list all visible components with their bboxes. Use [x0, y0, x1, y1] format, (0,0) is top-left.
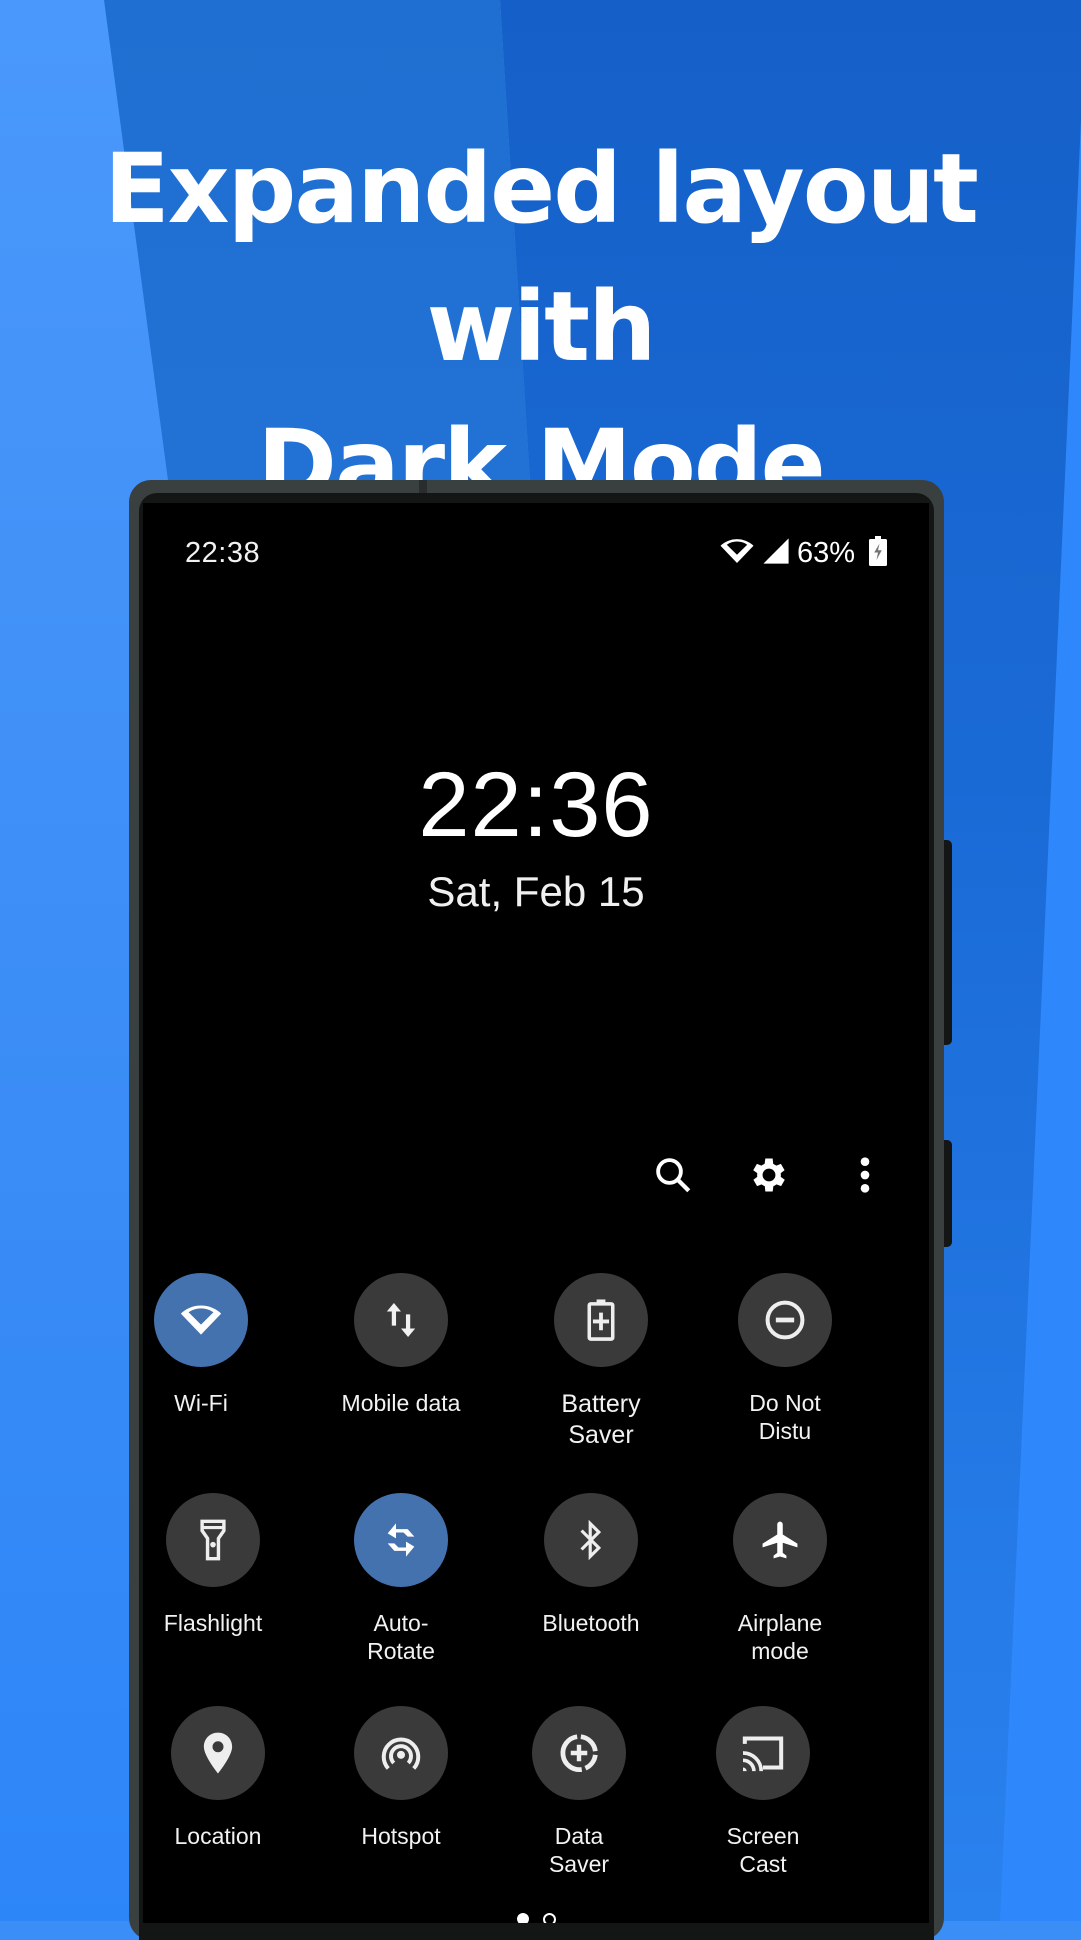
- tile-location[interactable]: Location: [143, 1706, 313, 1850]
- battery-percent: 63%: [796, 536, 855, 569]
- tile-toggle-button[interactable]: [544, 1493, 638, 1587]
- lock-clock-time: 22:36: [418, 754, 654, 856]
- tile-airplane-mode[interactable]: Airplane mode: [685, 1493, 875, 1665]
- phone-screen: 22:38 63% 22:36 Sat, Feb 15 Wi-Fi Mobile…: [143, 503, 929, 1923]
- wifi-icon: [179, 1303, 223, 1337]
- airplane-icon: [758, 1518, 802, 1562]
- bluetooth-icon: [576, 1518, 606, 1562]
- tile-label: Battery Saver: [561, 1390, 641, 1449]
- tile-toggle-button[interactable]: [716, 1706, 810, 1800]
- page-indicator: [143, 1913, 929, 1923]
- tile-data-saver[interactable]: Data Saver: [484, 1706, 674, 1878]
- tile-bluetooth[interactable]: Bluetooth: [496, 1493, 686, 1637]
- settings-button[interactable]: [745, 1153, 793, 1201]
- mobile-data-icon: [384, 1300, 418, 1340]
- tile-label: Do Not Distu: [749, 1390, 821, 1444]
- location-icon: [202, 1731, 234, 1775]
- tile-toggle-button[interactable]: [171, 1706, 265, 1800]
- tile-flashlight[interactable]: Flashlight: [143, 1493, 308, 1637]
- tile-label: Bluetooth: [542, 1610, 640, 1636]
- hotspot-icon: [379, 1733, 423, 1773]
- tile-label: Data Saver: [548, 1823, 610, 1877]
- tile-toggle-button[interactable]: [738, 1273, 832, 1367]
- tile-toggle-button[interactable]: [554, 1273, 648, 1367]
- tile-label: Flashlight: [163, 1610, 263, 1636]
- tile-toggle-button[interactable]: [354, 1273, 448, 1367]
- status-bar: 22:38 63%: [185, 533, 887, 573]
- power-button: [944, 840, 952, 1045]
- tile-screen-cast[interactable]: Screen Cast: [668, 1706, 858, 1878]
- tile-toggle-button[interactable]: [532, 1706, 626, 1800]
- page-dot[interactable]: [542, 1913, 556, 1923]
- auto-rotate-icon: [381, 1518, 421, 1562]
- data-saver-icon: [557, 1731, 601, 1775]
- tile-wi-fi[interactable]: Wi-Fi: [143, 1273, 296, 1417]
- search-button[interactable]: [649, 1153, 697, 1201]
- search-icon: [652, 1154, 694, 1201]
- tile-toggle-button[interactable]: [354, 1706, 448, 1800]
- tile-label: Mobile data: [341, 1390, 461, 1416]
- battery-saver-icon: [586, 1298, 616, 1342]
- tile-label: Airplane mode: [737, 1610, 823, 1664]
- quick-settings-header-actions: [649, 1153, 889, 1201]
- wifi-icon: [719, 537, 755, 570]
- flashlight-icon: [199, 1518, 227, 1562]
- volume-button: [944, 1140, 952, 1247]
- tile-toggle-button[interactable]: [166, 1493, 260, 1587]
- cell-signal-icon: [761, 537, 791, 570]
- lock-clock-date: Sat, Feb 15: [427, 868, 645, 915]
- tile-auto-rotate[interactable]: Auto- Rotate: [306, 1493, 496, 1665]
- do-not-disturb-icon: [763, 1298, 807, 1342]
- gear-icon: [747, 1153, 791, 1202]
- tile-label: Screen Cast: [726, 1823, 800, 1877]
- page-dot-active[interactable]: [516, 1913, 529, 1923]
- tile-mobile-data[interactable]: Mobile data: [306, 1273, 496, 1417]
- tile-toggle-button[interactable]: [733, 1493, 827, 1587]
- headline-line-1: Expanded layout with: [104, 133, 979, 383]
- tile-hotspot[interactable]: Hotspot: [306, 1706, 496, 1850]
- tile-label: Auto- Rotate: [367, 1610, 435, 1664]
- tile-label: Location: [174, 1823, 262, 1849]
- status-time: 22:38: [185, 536, 261, 569]
- more-vert-icon: [857, 1155, 873, 1200]
- promo-headline: Expanded layout with Dark Mode: [0, 120, 1081, 534]
- cast-icon: [739, 1733, 787, 1773]
- tile-do-not-distu[interactable]: Do Not Distu: [690, 1273, 880, 1445]
- tile-battery-saver[interactable]: Battery Saver: [506, 1273, 696, 1451]
- battery-charging-icon: [869, 535, 887, 571]
- tile-toggle-button[interactable]: [154, 1273, 248, 1367]
- tile-label: Hotspot: [361, 1823, 441, 1849]
- more-options-button[interactable]: [841, 1153, 889, 1201]
- tile-toggle-button[interactable]: [354, 1493, 448, 1587]
- tile-label: Wi-Fi: [174, 1390, 228, 1416]
